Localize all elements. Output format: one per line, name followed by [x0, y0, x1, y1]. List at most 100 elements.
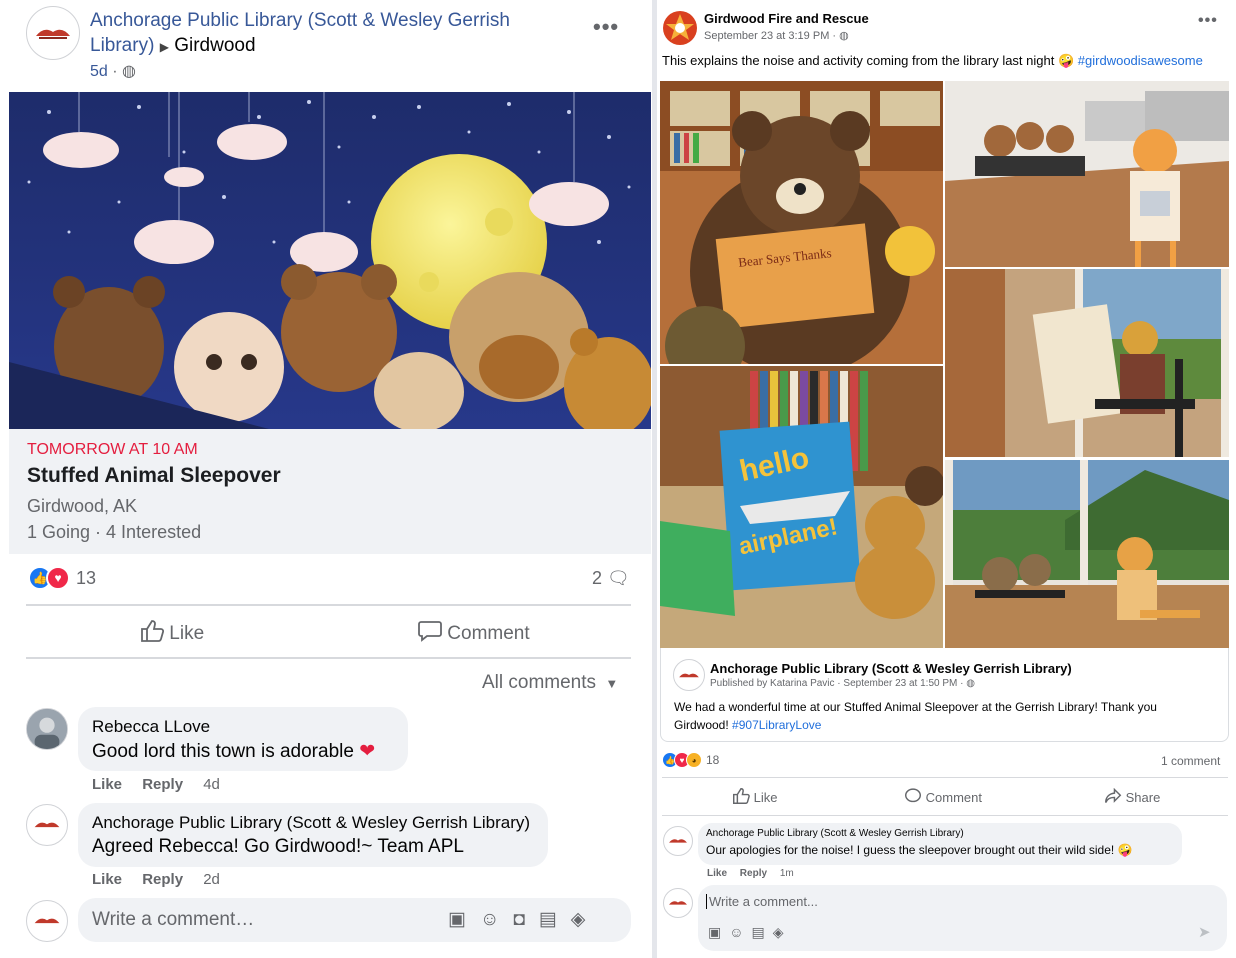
event-info[interactable]: TOMORROW AT 10 AM Stuffed Animal Sleepov… [9, 429, 651, 554]
photo-hello-airplane[interactable]: hello airplane! [660, 366, 943, 648]
avatar-sticker-icon[interactable]: ◈ [571, 909, 600, 930]
library-logo-icon [34, 822, 60, 828]
comment-icon [904, 788, 926, 807]
like-button[interactable]: Like [732, 787, 777, 807]
comment-bubble: Anchorage Public Library (Scott & Wesley… [698, 823, 1182, 865]
shared-post: Girdwood Fire and Rescue September 23 at… [658, 0, 1236, 958]
photo-office-toys[interactable] [945, 81, 1229, 267]
comment-icon [418, 621, 447, 647]
comment-bubble-icon: 🗨 [607, 568, 630, 588]
fire-rescue-avatar[interactable] [662, 10, 698, 46]
comment-text: Our apologies for the noise! I guess the… [706, 843, 1115, 857]
page-name-link[interactable]: Girdwood Fire and Rescue [704, 11, 869, 26]
hashtag-link[interactable]: #girdwoodisawesome [1078, 53, 1203, 68]
comment-like-link[interactable]: Like [707, 868, 727, 879]
comment-author[interactable]: Anchorage Public Library (Scott & Wesley… [706, 828, 964, 839]
like-button[interactable]: Like [140, 620, 204, 648]
library-avatar[interactable] [26, 804, 68, 846]
event-place: Girdwood, AK [27, 496, 138, 516]
grin-emoji-icon: 🤪 [1117, 843, 1133, 857]
library-avatar[interactable] [673, 659, 705, 691]
photo-window-reading[interactable] [945, 269, 1229, 457]
post-date[interactable]: September 23 at 3:19 PM · [704, 30, 836, 42]
grin-emoji-icon: 🤪 [1057, 53, 1075, 68]
page-name-link[interactable]: Anchorage Public Library (Scott & Wesley… [90, 10, 510, 56]
comment-reply-link[interactable]: Reply [142, 871, 183, 888]
reaction-summary[interactable]: 👍 ♥ 13 [28, 566, 96, 590]
more-options-icon[interactable]: ••• [1198, 12, 1218, 30]
haha-reaction-icon: ◕ [686, 752, 702, 768]
divider-line [26, 657, 631, 659]
comment-time[interactable]: 2d [203, 871, 220, 888]
comment-time[interactable]: 4d [203, 776, 220, 793]
comment-author[interactable]: Anchorage Public Library (Scott & Wesley… [92, 813, 530, 833]
reaction-summary[interactable]: 👍 ♥ ◕ 18 [662, 752, 719, 768]
globe-icon: · ◍ [112, 63, 136, 80]
shared-hashtag-link[interactable]: #907LibraryLove [732, 718, 821, 732]
gif-icon[interactable]: ▤ [752, 924, 773, 940]
comment-reply-link[interactable]: Reply [142, 776, 183, 793]
comment-like-link[interactable]: Like [92, 776, 122, 793]
write-comment-input[interactable]: Write a comment... ▣☺▤◈ ➤ [698, 885, 1227, 951]
shared-meta: Published by Katarina Pavic · September … [710, 678, 964, 689]
library-logo-icon [34, 918, 60, 924]
share-button[interactable]: Share [1104, 787, 1160, 807]
commenter-avatar[interactable] [26, 708, 68, 750]
photo-window-toys[interactable] [945, 460, 1229, 648]
camera-icon[interactable]: ◘ [513, 909, 538, 930]
photo-bear-reading[interactable]: Bear Says Thanks [660, 81, 943, 364]
gif-icon[interactable]: ▤ [539, 909, 571, 930]
library-logo-icon [669, 901, 687, 905]
comment-count[interactable]: 2 🗨 [592, 568, 630, 589]
library-logo-icon [679, 673, 699, 677]
event-cover-image[interactable] [9, 92, 651, 429]
write-comment-placeholder: Write a comment... [706, 894, 818, 909]
own-avatar[interactable] [663, 888, 693, 918]
send-icon[interactable]: ➤ [1198, 923, 1211, 941]
panel-divider [652, 0, 657, 958]
write-comment-placeholder: Write a comment… [92, 909, 255, 930]
dropdown-arrow-icon: ▼ [605, 676, 619, 691]
globe-icon: ◍ [966, 678, 975, 689]
write-comment-input[interactable]: Write a comment… ▣☺◘▤◈ [78, 898, 631, 942]
post-age[interactable]: 5d [90, 63, 108, 80]
library-avatar[interactable] [26, 6, 80, 60]
avatar-sticker-icon[interactable]: ◈ [773, 924, 792, 940]
divider-line [26, 604, 631, 606]
comment-text: Agreed Rebecca! Go Girdwood!~ Team APL [92, 836, 464, 857]
caret-icon: ▶ [159, 40, 169, 54]
event-title[interactable]: Stuffed Animal Sleepover [27, 464, 281, 488]
comment-like-link[interactable]: Like [92, 871, 122, 888]
location-link[interactable]: Girdwood [174, 35, 255, 56]
comment-bubble: Anchorage Public Library (Scott & Wesley… [78, 803, 548, 867]
comment-count[interactable]: 1 comment [1161, 754, 1220, 768]
library-logo-icon [36, 29, 70, 39]
comment-sort-dropdown[interactable]: All comments ▼ [482, 672, 618, 694]
comment-text: Good lord this town is adorable [92, 741, 354, 762]
sticker-icon[interactable]: ▣ [708, 924, 729, 940]
thumbs-up-icon [732, 787, 754, 807]
comment-button[interactable]: Comment [418, 620, 530, 648]
user-photo-icon [27, 709, 67, 749]
comment-button[interactable]: Comment [904, 788, 982, 807]
comment-bubble: Rebecca LLove Good lord this town is ado… [78, 707, 408, 771]
sticker-icon[interactable]: ▣ [448, 909, 480, 930]
fire-badge-icon [663, 11, 697, 45]
heart-emoji-icon: ❤ [359, 741, 376, 762]
share-icon [1104, 787, 1126, 807]
emoji-icon[interactable]: ☺ [729, 924, 751, 940]
comment-reply-link[interactable]: Reply [740, 868, 767, 879]
own-avatar[interactable] [26, 900, 68, 942]
post-caption: This explains the noise and activity com… [662, 53, 1055, 68]
shared-page-name[interactable]: Anchorage Public Library (Scott & Wesley… [710, 661, 1072, 676]
love-reaction-icon: ♥ [46, 566, 70, 590]
more-options-icon[interactable]: ••• [593, 14, 619, 40]
comment-time[interactable]: 1m [780, 868, 794, 879]
library-avatar[interactable] [663, 826, 693, 856]
divider-line [662, 815, 1228, 816]
comment-author[interactable]: Rebecca LLove [92, 717, 210, 737]
thumbs-up-icon [140, 620, 169, 647]
reaction-count: 13 [76, 567, 97, 588]
event-stats: 1 Going · 4 Interested [27, 522, 202, 542]
emoji-icon[interactable]: ☺ [480, 909, 513, 930]
